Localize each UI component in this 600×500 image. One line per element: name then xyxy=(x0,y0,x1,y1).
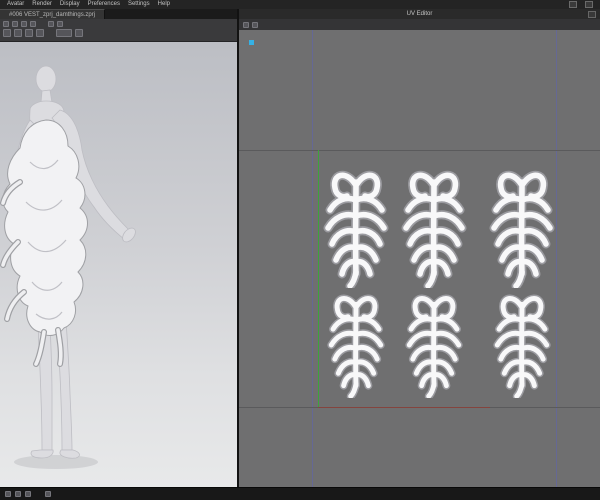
status-sim-icon[interactable] xyxy=(15,491,21,497)
translate-icon[interactable] xyxy=(12,21,18,27)
menu-item-display[interactable]: Display xyxy=(60,0,80,9)
project-tab[interactable]: #006 VEST_zprj_damthings.zprj xyxy=(0,9,106,19)
uv-pattern-piece[interactable] xyxy=(406,175,462,286)
layout-icon[interactable] xyxy=(569,1,577,8)
menu-item-settings[interactable]: Settings xyxy=(128,0,150,9)
scale-icon[interactable] xyxy=(30,21,36,27)
uv-pattern-piece[interactable] xyxy=(497,298,546,396)
frame-icon[interactable] xyxy=(48,21,54,27)
show-texture-icon[interactable] xyxy=(243,21,249,28)
status-bar xyxy=(0,487,600,500)
show-pattern-icon[interactable] xyxy=(252,21,258,28)
texture-icon[interactable] xyxy=(25,29,33,37)
uv-pattern-piece[interactable] xyxy=(328,175,384,286)
garment-vest xyxy=(0,119,88,367)
viewport-3d[interactable] xyxy=(0,42,237,488)
menu-item-help[interactable]: Help xyxy=(158,0,170,9)
render-mode-icon[interactable] xyxy=(36,29,44,37)
uv-pattern-piece[interactable] xyxy=(331,298,380,396)
menu-item-render[interactable]: Render xyxy=(32,0,52,9)
uv-pattern-piece[interactable] xyxy=(494,175,550,286)
cursor-icon[interactable] xyxy=(3,21,9,27)
status-sync-icon[interactable] xyxy=(5,491,11,497)
minimize-panel-icon[interactable] xyxy=(585,1,593,8)
tab-bar: #006 VEST_zprj_damthings.zprj xyxy=(0,9,237,19)
light-icon[interactable] xyxy=(75,29,83,37)
uv-pattern-piece[interactable] xyxy=(409,298,458,396)
viewport-toolbar xyxy=(0,19,237,42)
avatar-figure xyxy=(0,65,136,469)
view-preset-icon[interactable] xyxy=(56,29,72,37)
floor-shadow xyxy=(14,455,98,469)
uv-editor-title: UV Editor xyxy=(406,11,433,17)
rotate-icon[interactable] xyxy=(21,21,27,27)
uv-canvas[interactable] xyxy=(239,30,600,488)
panel-options-icon[interactable] xyxy=(588,11,596,18)
camera-icon[interactable] xyxy=(57,21,63,27)
grid-icon[interactable] xyxy=(14,29,22,37)
uv-patterns xyxy=(239,30,600,488)
status-mem-icon[interactable] xyxy=(45,491,51,497)
status-log-icon[interactable] xyxy=(25,491,31,497)
snap-icon[interactable] xyxy=(3,29,11,37)
menu-item-avatar[interactable]: Avatar xyxy=(7,0,24,9)
menu-item-preferences[interactable]: Preferences xyxy=(88,0,120,9)
